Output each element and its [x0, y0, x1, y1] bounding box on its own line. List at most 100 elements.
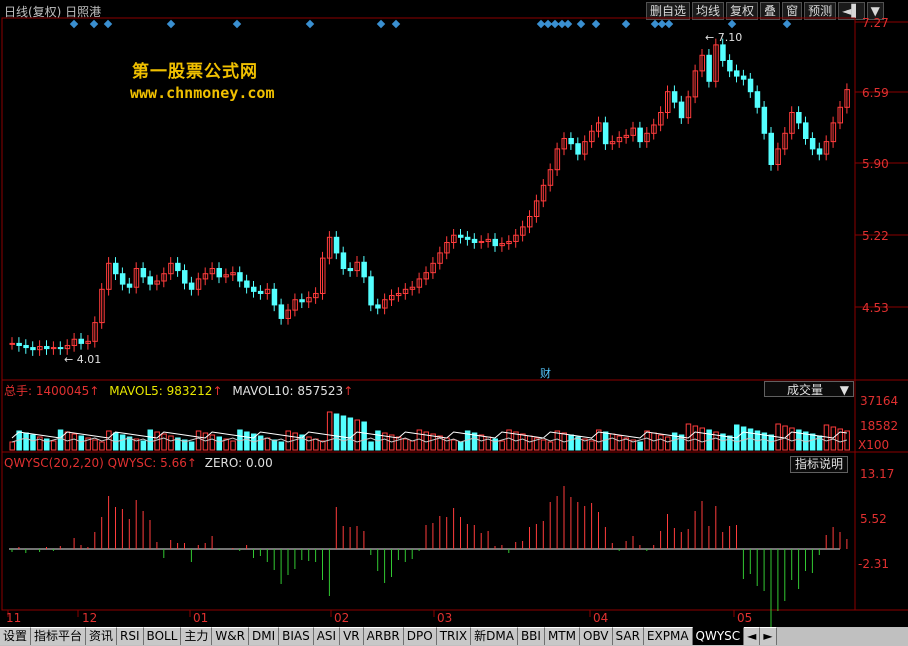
candle-down	[44, 346, 50, 350]
tab-arbr[interactable]: ARBR	[363, 627, 404, 645]
volume-bar	[285, 430, 291, 451]
candle-down	[188, 282, 195, 290]
volume-bar	[768, 434, 774, 451]
tab-scroll-right-icon[interactable]: ►	[760, 627, 777, 645]
volume-bar	[616, 435, 623, 451]
volume-bar	[92, 439, 98, 451]
tab-w&r[interactable]: W&R	[212, 627, 249, 645]
volume-bar	[540, 439, 547, 451]
candle-down	[706, 54, 712, 82]
volume-bar	[658, 434, 664, 451]
event-marker-icon	[391, 19, 401, 29]
tab-vr[interactable]: VR	[340, 627, 364, 645]
volume-bar	[789, 427, 795, 451]
tab-rsi[interactable]: RSI	[117, 627, 144, 645]
candle-down	[119, 273, 126, 285]
candle-down	[678, 101, 685, 119]
volume-bar	[119, 434, 126, 451]
candle-down	[333, 236, 340, 254]
volume-indicator-select[interactable]: 成交量 ▼	[764, 381, 854, 397]
indicator-legend: QWYSC(20,2,20) QWYSC: 5.66↑ ZERO: 0.00	[4, 456, 273, 470]
volume-bar	[699, 427, 705, 451]
date-tick: 12	[82, 611, 98, 625]
candle-down	[257, 290, 264, 294]
candle-down	[78, 338, 84, 344]
candle-down	[575, 143, 581, 155]
tab-设置[interactable]: 设置	[0, 627, 32, 645]
volume-bar	[147, 429, 153, 451]
event-markers	[69, 19, 792, 29]
candle-down	[175, 262, 181, 272]
tab-qwysc[interactable]: QWYSC	[692, 627, 745, 645]
tab-mtm[interactable]: MTM	[544, 627, 580, 645]
low-price-mark: ← 4.01	[64, 353, 102, 366]
volume-bar	[492, 438, 498, 451]
event-marker-icon	[621, 19, 631, 29]
candle-down	[140, 268, 147, 278]
volume-bar	[50, 440, 57, 451]
tab-dpo[interactable]: DPO	[403, 627, 437, 645]
price-tick: 5.90	[862, 157, 889, 171]
volume-bar	[313, 438, 319, 451]
price-tick: 7.27	[862, 16, 889, 30]
tab-bbi[interactable]: BBI	[517, 627, 545, 645]
tab-bias[interactable]: BIAS	[279, 627, 314, 645]
event-marker-icon	[69, 19, 79, 29]
volume-bar	[747, 428, 754, 451]
watermark-url: www.chnmoney.com	[130, 84, 275, 102]
tab-sar[interactable]: SAR	[612, 627, 644, 645]
tab-主力[interactable]: 主力	[181, 627, 213, 645]
volume-unit: X100	[858, 438, 890, 452]
indicator-bars	[11, 486, 848, 627]
volume-bar	[188, 441, 195, 451]
indicator-tick: -2.31	[858, 557, 890, 571]
event-marker-icon	[576, 19, 586, 29]
event-marker-icon	[232, 19, 242, 29]
volume-bar	[451, 439, 457, 451]
candle-down	[458, 234, 464, 238]
finance-marker[interactable]: 财	[540, 365, 551, 381]
volume-bar	[326, 411, 333, 451]
volume-bar	[44, 438, 50, 451]
volume-bar	[402, 438, 409, 451]
volume-bar	[168, 435, 174, 451]
tab-新dma[interactable]: 新DMA	[471, 627, 518, 645]
volume-bar	[651, 432, 657, 451]
tab-boll[interactable]: BOLL	[143, 627, 182, 645]
chart-frame	[1, 17, 856, 611]
candle-down	[57, 347, 64, 350]
tab-asi[interactable]: ASI	[313, 627, 341, 645]
indicator-help-button[interactable]: 指标说明	[790, 456, 849, 473]
candle-down	[740, 75, 747, 80]
tab-scroll-left-icon[interactable]: ◄	[744, 627, 761, 645]
date-tick: 03	[437, 611, 453, 625]
tab-trix[interactable]: TRIX	[436, 627, 472, 645]
candle-down	[747, 78, 754, 93]
volume-bar	[264, 437, 271, 451]
candle-down	[796, 111, 802, 124]
volume-bar	[478, 434, 485, 451]
candle-down	[671, 91, 678, 103]
volume-bar	[106, 430, 112, 451]
date-tick: 02	[334, 611, 350, 625]
volume-bar	[409, 440, 416, 451]
volume-bar	[71, 433, 78, 451]
tab-资讯[interactable]: 资讯	[86, 627, 118, 645]
tab-expma[interactable]: EXPMA	[643, 627, 693, 645]
candle-down	[361, 261, 367, 278]
tab-指标平台[interactable]: 指标平台	[31, 627, 87, 645]
price-tick: 6.59	[862, 86, 889, 100]
volume-bar	[23, 432, 29, 451]
event-marker-icon	[591, 19, 601, 29]
date-tick: 04	[593, 611, 609, 625]
grid-lines	[1, 17, 908, 617]
volume-bar	[30, 434, 36, 451]
volume-bar	[520, 433, 526, 451]
volume-bar	[278, 441, 285, 451]
indicator-tab-bar: 设置 指标平台 资讯 RSI BOLL 主力 W&R DMI BIAS ASI VR ARBR DPO T…	[0, 627, 908, 646]
watermark-title: 第一股票公式网	[132, 62, 258, 82]
volume-bar	[78, 435, 84, 451]
candle-down	[340, 252, 347, 270]
tab-dmi[interactable]: DMI	[248, 627, 280, 645]
tab-obv[interactable]: OBV	[580, 627, 613, 645]
